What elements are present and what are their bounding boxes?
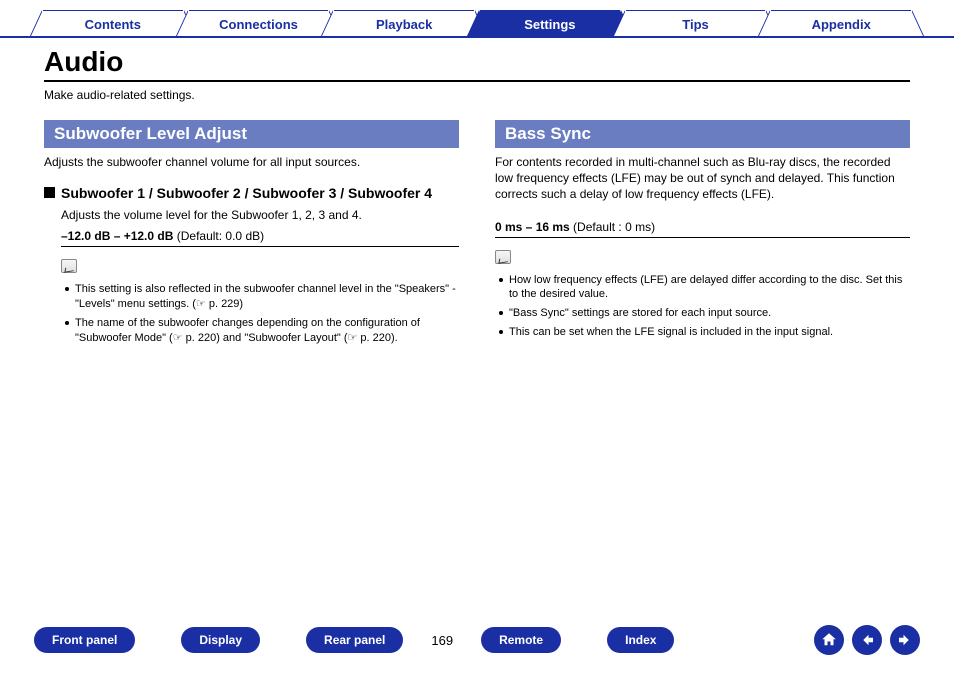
top-tabs: Contents Connections Playback Settings T… xyxy=(0,0,954,38)
page-intro: Make audio-related settings. xyxy=(44,88,910,102)
home-icon xyxy=(820,631,838,649)
tab-settings[interactable]: Settings xyxy=(480,10,620,36)
nav-rear-panel[interactable]: Rear panel xyxy=(306,627,403,653)
arrow-left-icon xyxy=(858,631,876,649)
square-bullet-icon xyxy=(44,187,55,198)
section-header-bass-sync: Bass Sync xyxy=(495,120,910,148)
tab-tips[interactable]: Tips xyxy=(626,10,766,36)
nav-front-panel[interactable]: Front panel xyxy=(34,627,135,653)
nav-display[interactable]: Display xyxy=(181,627,260,653)
tab-playback[interactable]: Playback xyxy=(334,10,474,36)
prev-page-button[interactable] xyxy=(852,625,882,655)
tab-appendix[interactable]: Appendix xyxy=(771,10,911,36)
subsection-desc: Adjusts the volume level for the Subwoof… xyxy=(61,208,459,222)
note-icon xyxy=(61,259,77,273)
note-item: The name of the subwoofer changes depend… xyxy=(65,316,459,346)
note-item: "Bass Sync" settings are stored for each… xyxy=(499,306,910,321)
range-value: 0 ms – 16 ms xyxy=(495,220,570,234)
section-header-subwoofer-level: Subwoofer Level Adjust xyxy=(44,120,459,148)
note-item: This setting is also reflected in the su… xyxy=(65,282,459,312)
range-row: 0 ms – 16 ms (Default : 0 ms) xyxy=(495,217,910,238)
next-page-button[interactable] xyxy=(890,625,920,655)
left-column: Subwoofer Level Adjust Adjusts the subwo… xyxy=(44,120,459,350)
page-number: 169 xyxy=(413,633,471,648)
nav-index[interactable]: Index xyxy=(607,627,674,653)
range-default: (Default: 0.0 dB) xyxy=(173,229,264,243)
note-icon xyxy=(495,250,511,264)
range-value: –12.0 dB – +12.0 dB xyxy=(61,229,173,243)
tab-contents[interactable]: Contents xyxy=(43,10,183,36)
note-item: How low frequency effects (LFE) are dela… xyxy=(499,273,910,303)
notes-list: How low frequency effects (LFE) are dela… xyxy=(495,273,910,340)
bottom-bar: Front panel Display Rear panel 169 Remot… xyxy=(0,625,954,655)
notes-list: This setting is also reflected in the su… xyxy=(61,282,459,345)
range-row: –12.0 dB – +12.0 dB (Default: 0.0 dB) xyxy=(61,226,459,247)
range-default: (Default : 0 ms) xyxy=(570,220,655,234)
arrow-right-icon xyxy=(896,631,914,649)
section-desc: Adjusts the subwoofer channel volume for… xyxy=(44,154,459,170)
section-desc: For contents recorded in multi-channel s… xyxy=(495,154,910,203)
page-title: Audio xyxy=(44,46,910,82)
note-item: This can be set when the LFE signal is i… xyxy=(499,325,910,340)
nav-remote[interactable]: Remote xyxy=(481,627,561,653)
subsection-title: Subwoofer 1 / Subwoofer 2 / Subwoofer 3 … xyxy=(44,184,459,202)
home-button[interactable] xyxy=(814,625,844,655)
right-column: Bass Sync For contents recorded in multi… xyxy=(495,120,910,350)
subsection-title-text: Subwoofer 1 / Subwoofer 2 / Subwoofer 3 … xyxy=(61,184,432,202)
tab-connections[interactable]: Connections xyxy=(189,10,329,36)
